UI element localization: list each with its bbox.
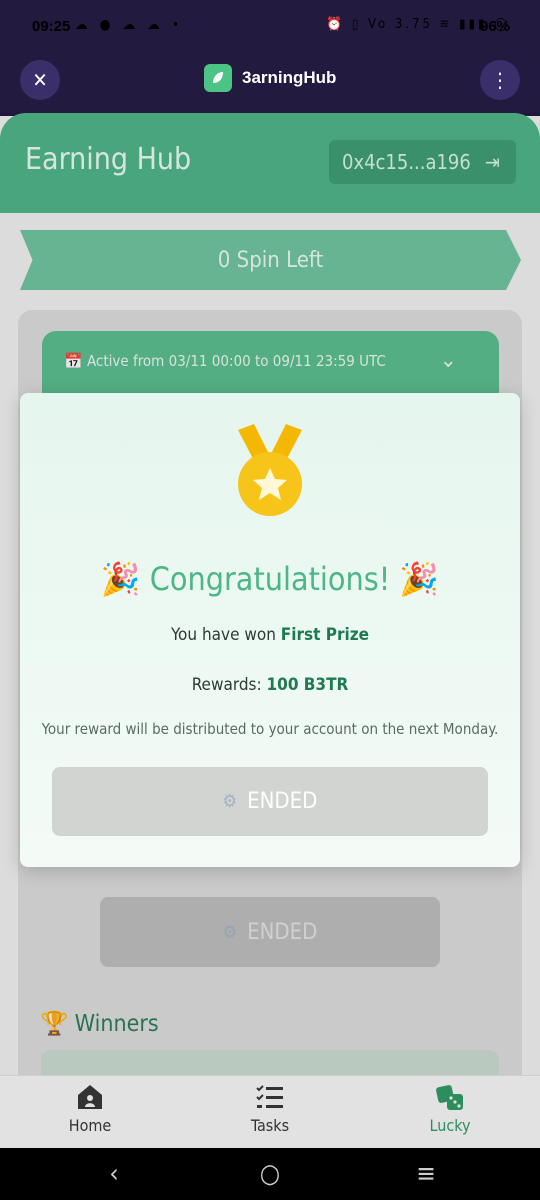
spinner-icon: ⚙: [222, 791, 238, 812]
modal-title: 🎉 Congratulations! 🎉: [0, 560, 540, 598]
back-icon[interactable]: ‹: [90, 1150, 138, 1198]
dice-icon: [435, 1082, 465, 1112]
home-icon: [75, 1082, 105, 1112]
home-circle-icon[interactable]: ○: [246, 1150, 294, 1198]
nav-home[interactable]: Home: [30, 1082, 150, 1135]
medal-icon: [230, 420, 310, 520]
battery-level: 96%: [480, 18, 511, 35]
nav-home-label: Home: [68, 1116, 112, 1135]
prize-line: You have won First Prize: [0, 625, 540, 645]
close-button[interactable]: ✕: [20, 60, 60, 100]
modal-ended-button[interactable]: ⚙ ENDED: [52, 767, 488, 836]
status-time: 09:25: [32, 18, 71, 35]
reward-prefix: Rewards:: [191, 675, 267, 695]
app-brand: 3arningHub: [204, 64, 336, 92]
notification-icons: ☁ ● ☁ ☁ •: [75, 17, 184, 33]
prize-prefix: You have won: [170, 625, 281, 645]
nav-lucky-label: Lucky: [429, 1116, 471, 1135]
app-name: 3arningHub: [242, 68, 337, 87]
checklist-icon: [255, 1082, 285, 1112]
modal-ended-label: ENDED: [247, 789, 318, 814]
more-vertical-icon: ⋮: [491, 68, 509, 92]
congrats-text: Congratulations!: [149, 560, 391, 598]
party-popper-icon: 🎉: [100, 560, 141, 598]
leaf-icon: [204, 64, 232, 92]
prize-name: First Prize: [280, 625, 370, 645]
nav-tasks-label: Tasks: [250, 1116, 290, 1135]
more-options-button[interactable]: ⋮: [480, 60, 520, 100]
recents-icon[interactable]: ≡: [402, 1150, 450, 1198]
reward-line: Rewards: 100 B3TR: [0, 675, 540, 695]
reward-note: Your reward will be distributed to your …: [41, 720, 499, 738]
close-icon: ✕: [32, 68, 48, 92]
reward-value: 100 B3TR: [266, 675, 349, 695]
nav-tasks[interactable]: Tasks: [210, 1082, 330, 1135]
party-popper-icon: 🎉: [399, 560, 440, 598]
nav-lucky[interactable]: Lucky: [390, 1082, 510, 1135]
